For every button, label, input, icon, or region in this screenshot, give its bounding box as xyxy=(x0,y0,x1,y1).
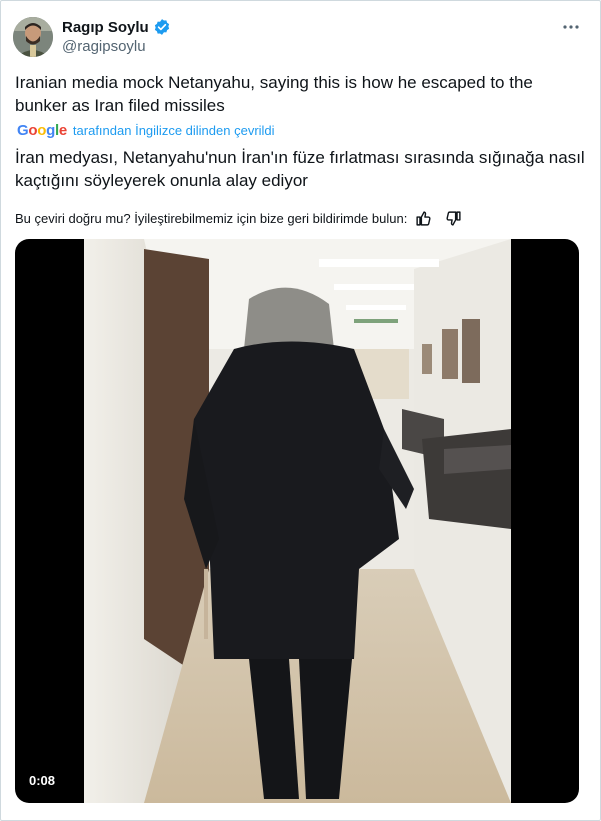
translated-text: İran medyası, Netanyahu'nun İran'ın füze… xyxy=(15,148,585,190)
thumbs-up-icon xyxy=(416,210,431,226)
more-options-button[interactable] xyxy=(560,16,582,38)
tweet-text: Iranian media mock Netanyahu, saying thi… xyxy=(15,73,533,115)
translation-label[interactable]: tarafından İngilizce dilinden çevrildi xyxy=(73,123,275,138)
video-timestamp: 0:08 xyxy=(25,771,60,790)
author-handle[interactable]: @ragipsoylu xyxy=(62,38,146,55)
thumbs-down-icon xyxy=(446,210,461,226)
avatar[interactable] xyxy=(13,17,53,57)
feedback-prompt: Bu çeviri doğru mu? İyileştirebilmemiz i… xyxy=(15,210,408,226)
google-logo: Google xyxy=(17,121,67,139)
video-player[interactable]: 0:08 xyxy=(15,239,579,803)
thumbs-down-button[interactable] xyxy=(443,208,463,228)
thumbs-up-button[interactable] xyxy=(413,208,433,228)
verified-badge-icon xyxy=(153,18,171,36)
author-display-name[interactable]: Ragıp Soylu xyxy=(62,19,149,36)
author-name-row[interactable]: Ragıp Soylu xyxy=(62,17,171,37)
translation-feedback: Bu çeviri doğru mu? İyileştirebilmemiz i… xyxy=(15,208,463,228)
video-frame xyxy=(84,239,511,803)
more-horizontal-icon xyxy=(562,24,580,30)
translation-attribution: Google tarafından İngilizce dilinden çev… xyxy=(17,121,275,139)
